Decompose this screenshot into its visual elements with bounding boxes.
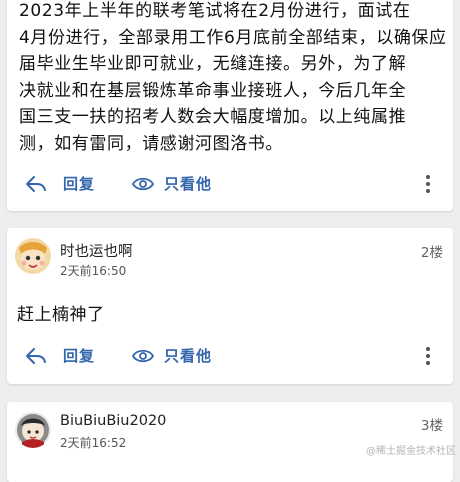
view-only-button[interactable]: 只看他: [132, 345, 212, 366]
comment-username[interactable]: BiuBiuBiu2020: [60, 413, 166, 429]
avatar[interactable]: [15, 412, 51, 448]
post-body-line: 决就业和在基层锻炼革命事业接班人，今后几年全: [19, 80, 407, 101]
comment-username[interactable]: 时也运也啊: [60, 240, 133, 261]
reply-arrow-icon: [25, 175, 47, 193]
comment-text: 赶上楠神了: [17, 305, 105, 325]
reply-button[interactable]: 回复: [25, 173, 95, 194]
view-only-button[interactable]: 只看他: [132, 173, 212, 194]
comment-card: 时也运也啊 2天前16:50 2楼 赶上楠神了 回复 只看他: [7, 228, 453, 384]
post-card: 2023年上半年的联考笔试将在2月份进行，面试在 4月份进行，全部录用工作6月底…: [7, 0, 453, 211]
post-body-line: 届毕业生毕业即可就业，无缝连接。另外，为了解: [19, 54, 407, 74]
avatar[interactable]: [15, 238, 51, 274]
reply-label: 回复: [63, 175, 96, 193]
view-only-label: 只看他: [164, 175, 213, 193]
post-body: 2023年上半年的联考笔试将在2月份进行，面试在 4月份进行，全部录用工作6月底…: [19, 0, 447, 157]
floor-number: 3楼: [420, 418, 443, 434]
reply-button[interactable]: 回复: [25, 345, 95, 366]
post-body-line: 2023年上半年的联考笔试将在2月份进行，面试在: [19, 1, 411, 21]
post-body-line: 4月份进行，全部录用工作6月底前全部结束，以确保应: [19, 27, 447, 48]
floor-number: 2楼: [420, 245, 443, 261]
post-actions: 回复 只看他: [7, 173, 453, 197]
view-only-label: 只看他: [164, 347, 213, 365]
post-body-line: 国三支一扶的招考人数会大幅度增加。以上纯属推: [19, 107, 407, 127]
reply-arrow-icon: [25, 347, 47, 365]
comment-actions: 回复 只看他: [7, 345, 453, 369]
post-body-line: 测，如有雷同，请感谢河图洛书。: [19, 133, 283, 154]
more-vertical-icon[interactable]: [425, 346, 431, 370]
watermark: @稀土掘金技术社区: [366, 446, 456, 457]
reply-label: 回复: [63, 347, 96, 365]
comment-time: 2天前16:52: [60, 436, 127, 450]
more-vertical-icon[interactable]: [425, 174, 431, 198]
eye-icon: [132, 348, 154, 364]
comment-time: 2天前16:50: [60, 264, 127, 278]
eye-icon: [132, 176, 154, 192]
